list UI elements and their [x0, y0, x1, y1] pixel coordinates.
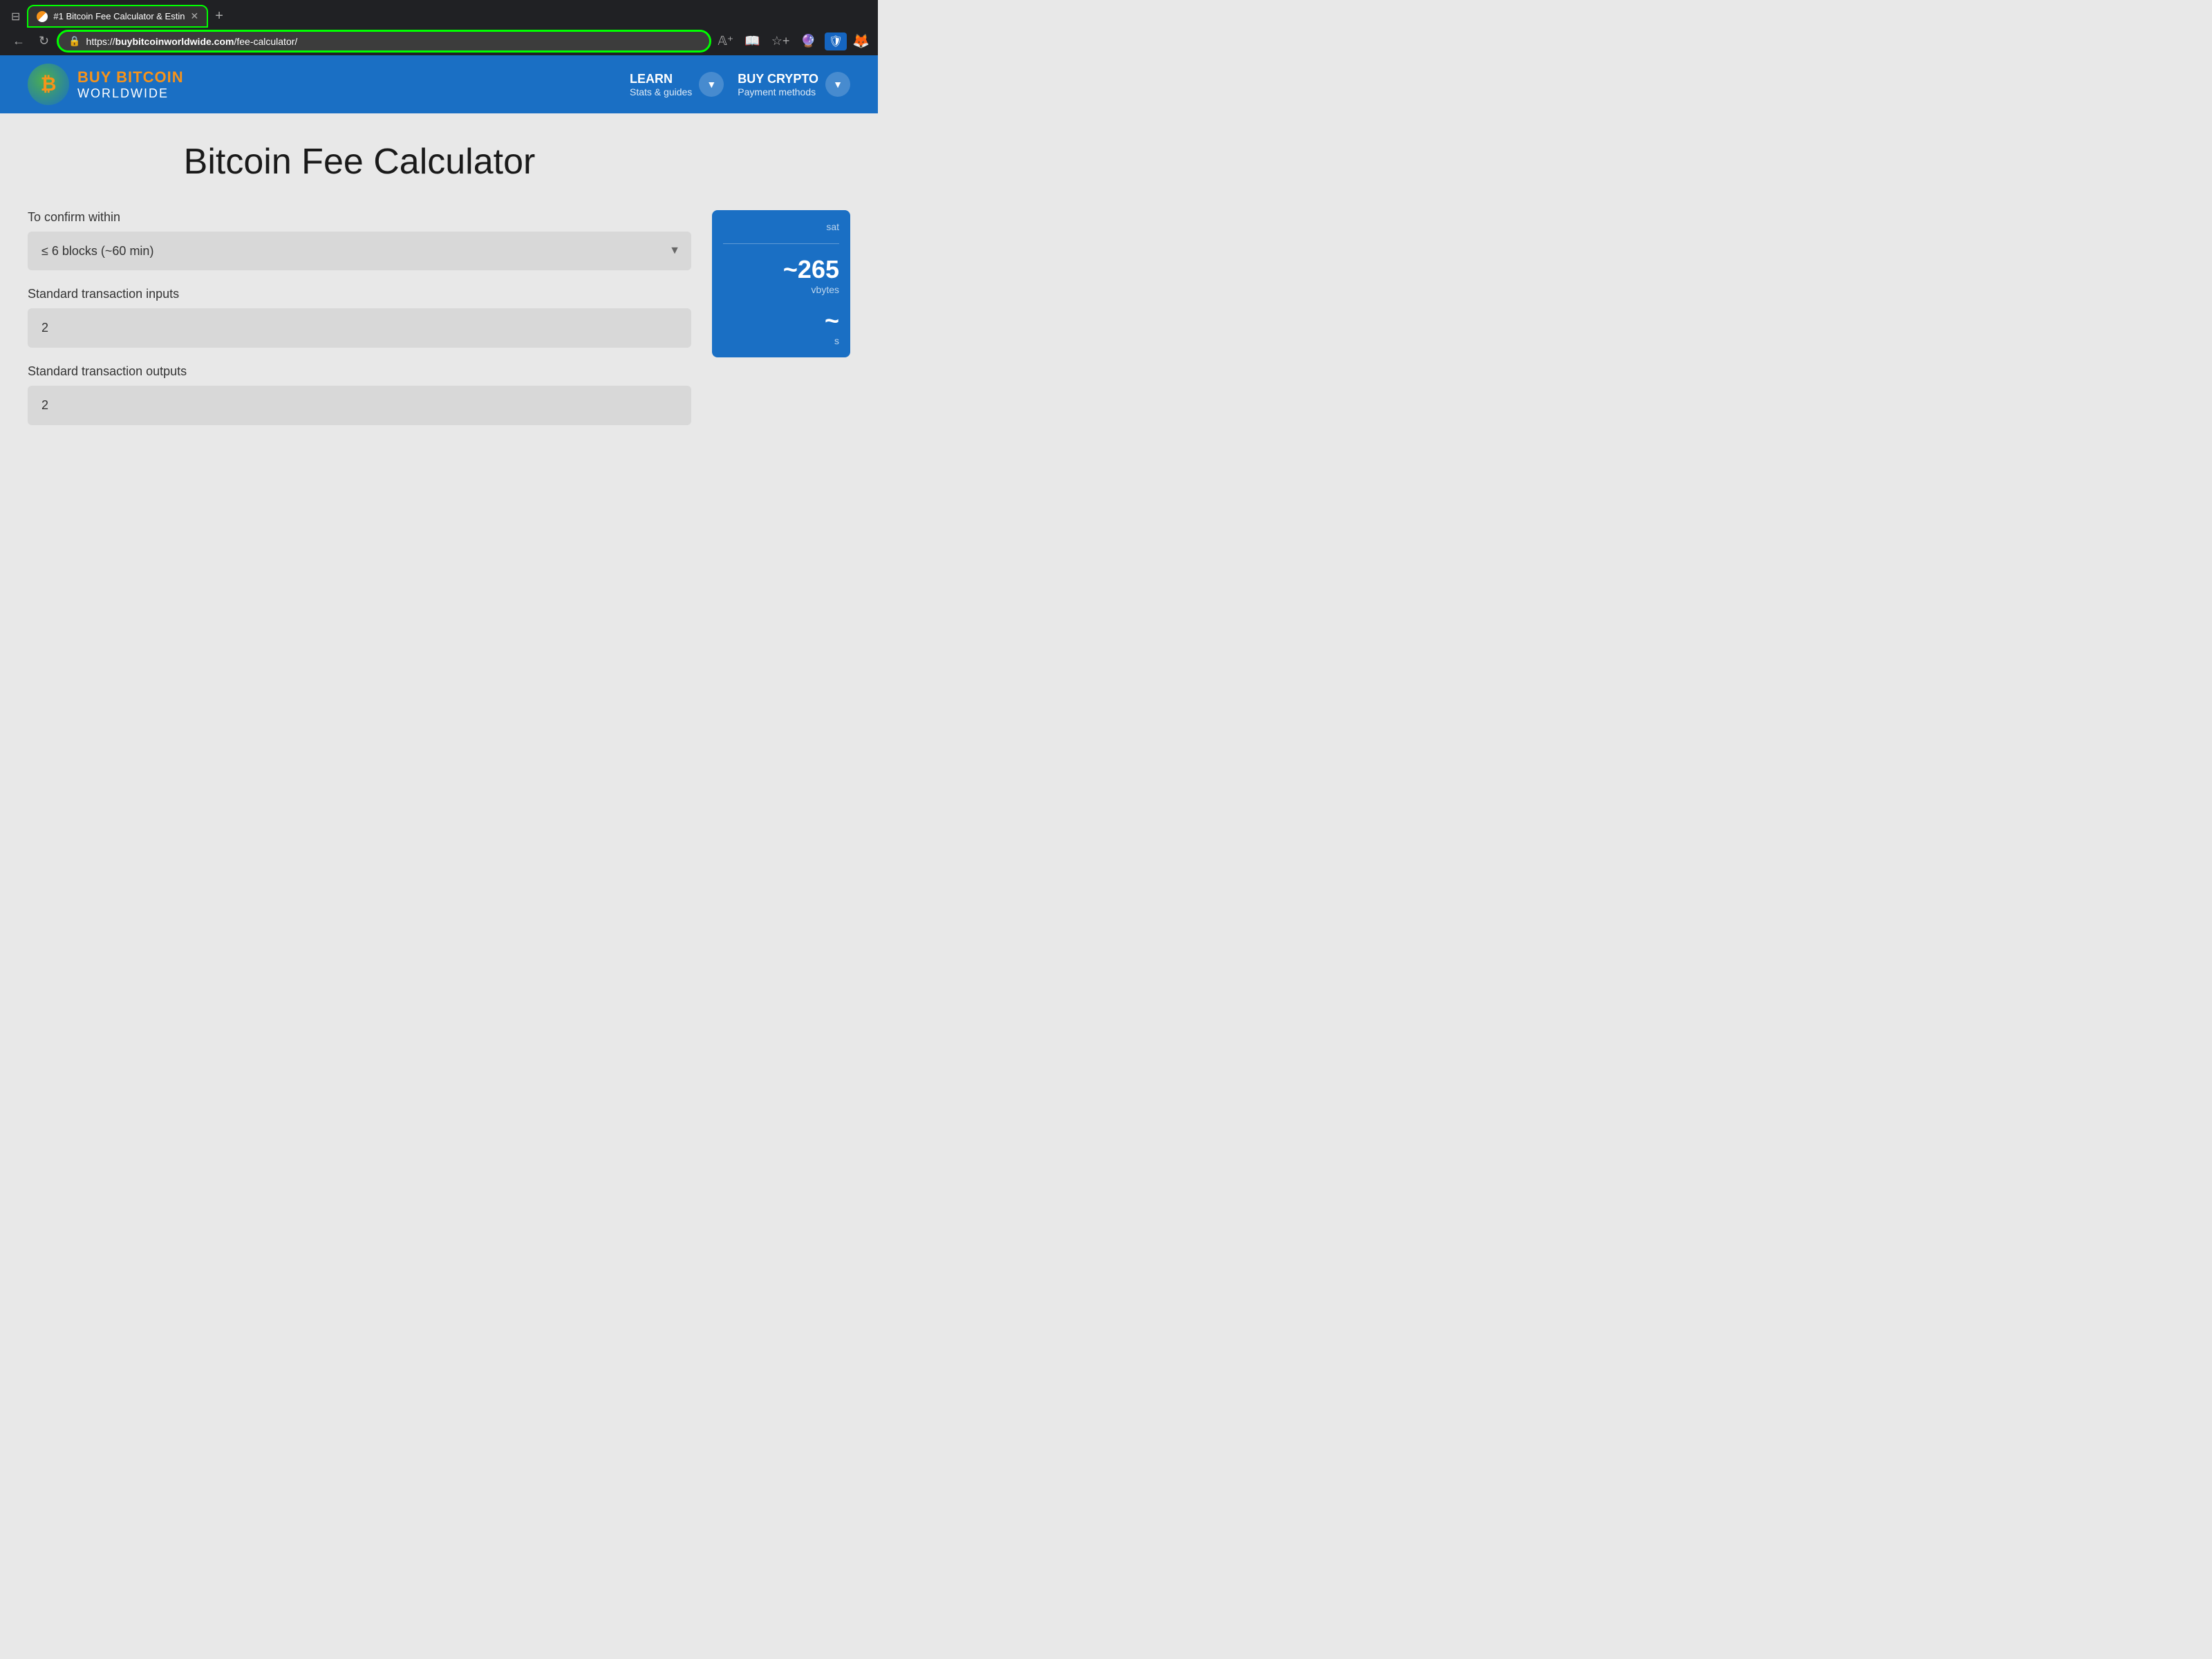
- url-text: https://buybitcoinworldwide.com/fee-calc…: [86, 36, 700, 47]
- lock-icon: 🔒: [68, 35, 80, 47]
- learn-nav-item[interactable]: LEARN Stats & guides ▼: [630, 72, 724, 97]
- outputs-field[interactable]: [28, 386, 691, 425]
- tab-bar: ⊟ #1 Bitcoin Fee Calculator & Estin ✕ +: [0, 0, 878, 27]
- learn-nav-text: LEARN Stats & guides: [630, 72, 692, 97]
- buy-crypto-nav-item[interactable]: BUY CRYPTO Payment methods ▼: [738, 72, 850, 97]
- address-bar[interactable]: 🔒 https://buybitcoinworldwide.com/fee-ca…: [59, 32, 709, 50]
- buy-crypto-chevron-icon[interactable]: ▼: [825, 72, 850, 97]
- favorites-button[interactable]: ☆+: [769, 31, 793, 51]
- result-unit-row: sat: [723, 221, 839, 232]
- logo-text: BUY BITCOIN WORLDWIDE: [77, 68, 184, 101]
- confirm-within-select[interactable]: ≤ 6 blocks (~60 min): [28, 232, 691, 270]
- browser-toolbar: 𝔸⁺ 📖 ☆+ 🔮 🛡 🦊: [715, 31, 870, 51]
- confirm-within-group: To confirm within ≤ 6 blocks (~60 min) ▼: [28, 210, 691, 270]
- confirm-within-label: To confirm within: [28, 210, 691, 225]
- site-navigation: ₿ BUY BITCOIN WORLDWIDE LEARN Stats & gu…: [0, 55, 878, 113]
- learn-chevron-icon[interactable]: ▼: [699, 72, 724, 97]
- left-panel: Bitcoin Fee Calculator To confirm within…: [28, 141, 691, 442]
- confirm-within-select-wrapper: ≤ 6 blocks (~60 min) ▼: [28, 232, 691, 270]
- tab-close-button[interactable]: ✕: [190, 10, 198, 22]
- extensions-button[interactable]: 🔮: [798, 31, 818, 51]
- result-sats-label: s: [834, 335, 839, 346]
- outputs-group: Standard transaction outputs: [28, 364, 691, 425]
- metamask-button[interactable]: 🦊: [852, 32, 870, 50]
- inputs-group: Standard transaction inputs: [28, 287, 691, 348]
- buy-crypto-nav-text: BUY CRYPTO Payment methods: [738, 72, 818, 97]
- back-button[interactable]: ←: [8, 31, 29, 51]
- right-panel: sat ~265 vbytes ~ s: [712, 210, 850, 357]
- logo-line2: WORLDWIDE: [77, 86, 184, 101]
- browser-chrome: ⊟ #1 Bitcoin Fee Calculator & Estin ✕ + …: [0, 0, 878, 55]
- outputs-label: Standard transaction outputs: [28, 364, 691, 379]
- window-menu-button[interactable]: ⊟: [6, 7, 26, 26]
- active-tab[interactable]: #1 Bitcoin Fee Calculator & Estin ✕: [28, 6, 207, 26]
- logo-line1: BUY BITCOIN: [77, 68, 184, 86]
- page-title: Bitcoin Fee Calculator: [28, 141, 691, 182]
- tab-title: #1 Bitcoin Fee Calculator & Estin: [53, 11, 185, 21]
- buy-crypto-nav-sub: Payment methods: [738, 86, 816, 97]
- result-vbytes-label: vbytes: [812, 284, 839, 295]
- address-bar-row: ← ↻ 🔒 https://buybitcoinworldwide.com/fe…: [0, 27, 878, 55]
- result-vbytes-value: ~265: [783, 255, 839, 284]
- shield-button[interactable]: 🛡: [825, 32, 847, 50]
- main-content: Bitcoin Fee Calculator To confirm within…: [0, 113, 878, 469]
- read-aloud-button[interactable]: 𝔸⁺: [715, 31, 736, 51]
- result-sats-value: ~: [825, 306, 839, 335]
- tab-favicon: [37, 11, 48, 22]
- reading-view-button[interactable]: 📖: [742, 31, 762, 51]
- result-sats-row: ~ s: [723, 306, 839, 346]
- logo-globe-icon: ₿: [28, 64, 69, 105]
- result-divider: [723, 243, 839, 244]
- nav-links: LEARN Stats & guides ▼ BUY CRYPTO Paymen…: [630, 72, 850, 97]
- inputs-field[interactable]: [28, 308, 691, 348]
- new-tab-button[interactable]: +: [209, 6, 229, 27]
- learn-nav-title: LEARN: [630, 72, 673, 86]
- result-vbytes-row: ~265 vbytes: [723, 255, 839, 295]
- logo-area[interactable]: ₿ BUY BITCOIN WORLDWIDE: [28, 64, 184, 105]
- buy-crypto-nav-title: BUY CRYPTO: [738, 72, 818, 86]
- reload-button[interactable]: ↻: [35, 31, 53, 51]
- result-unit-label: sat: [826, 221, 839, 232]
- inputs-label: Standard transaction inputs: [28, 287, 691, 301]
- learn-nav-sub: Stats & guides: [630, 86, 692, 97]
